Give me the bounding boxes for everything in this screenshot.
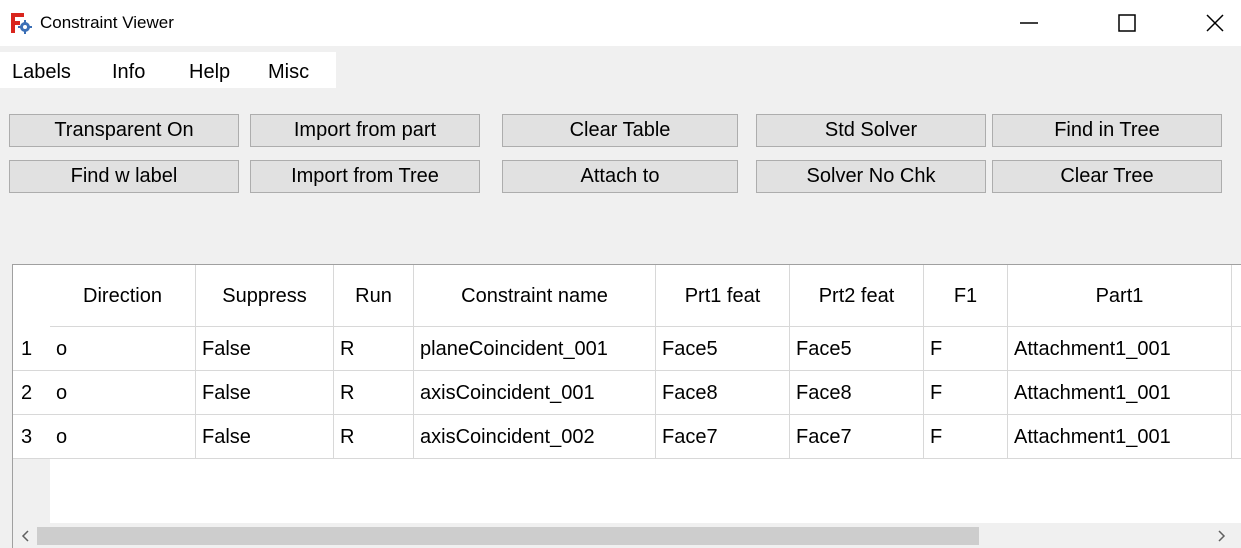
row-header[interactable]: 1 bbox=[13, 327, 50, 371]
table-cell[interactable]: Face7 bbox=[790, 415, 924, 459]
table-cell[interactable]: False bbox=[196, 327, 334, 371]
menu-misc[interactable]: Misc bbox=[268, 60, 309, 84]
table-cell[interactable]: Face8 bbox=[790, 371, 924, 415]
column-header-part1[interactable]: Part1 bbox=[1008, 265, 1232, 327]
find-in-tree-button[interactable]: Find in Tree bbox=[992, 114, 1222, 147]
table-cell[interactable]: R bbox=[334, 415, 414, 459]
column-header-prt2-feat[interactable]: Prt2 feat bbox=[790, 265, 924, 327]
clear-table-button[interactable]: Clear Table bbox=[502, 114, 738, 147]
table-cell[interactable]: False bbox=[196, 371, 334, 415]
table-cell[interactable]: Attachment1_001 bbox=[1008, 415, 1232, 459]
attach-to-button[interactable]: Attach to bbox=[502, 160, 738, 193]
column-header-suppress[interactable]: Suppress bbox=[196, 265, 334, 327]
table-cell[interactable]: Attachment1_001 bbox=[1008, 327, 1232, 371]
table-cell[interactable]: o bbox=[50, 415, 196, 459]
table-cell[interactable] bbox=[1232, 371, 1241, 415]
table-cell[interactable]: Face8 bbox=[656, 371, 790, 415]
scroll-right-icon bbox=[1218, 530, 1226, 542]
menu-labels[interactable]: Labels bbox=[12, 60, 71, 84]
title-bar: Constraint Viewer bbox=[0, 0, 1241, 46]
table-corner[interactable] bbox=[13, 265, 50, 327]
maximize-button[interactable] bbox=[1104, 0, 1150, 46]
table-cell[interactable]: Face7 bbox=[656, 415, 790, 459]
menu-help[interactable]: Help bbox=[189, 60, 230, 84]
table-cell[interactable]: Face5 bbox=[790, 327, 924, 371]
table-cell[interactable]: Attachment1_001 bbox=[1008, 371, 1232, 415]
window-title: Constraint Viewer bbox=[40, 13, 174, 32]
table-cell[interactable]: axisCoincident_002 bbox=[414, 415, 656, 459]
table-cell[interactable]: R bbox=[334, 327, 414, 371]
horizontal-scrollbar[interactable] bbox=[13, 523, 1241, 548]
minimize-icon bbox=[1020, 22, 1038, 24]
row-header-empty-area bbox=[13, 459, 50, 523]
column-header-f1[interactable]: F1 bbox=[924, 265, 1008, 327]
table-cell[interactable]: F bbox=[924, 327, 1008, 371]
column-header-prt1-feat[interactable]: Prt1 feat bbox=[656, 265, 790, 327]
column-header-constraint-name[interactable]: Constraint name bbox=[414, 265, 656, 327]
column-header-next[interactable] bbox=[1232, 265, 1241, 327]
solver-no-chk-button[interactable]: Solver No Chk bbox=[756, 160, 986, 193]
scroll-right-button[interactable] bbox=[1208, 523, 1234, 548]
freecad-app-icon bbox=[11, 13, 32, 34]
table-cell[interactable]: F bbox=[924, 415, 1008, 459]
column-header-direction[interactable]: Direction bbox=[50, 265, 196, 327]
table-cell[interactable]: Face5 bbox=[656, 327, 790, 371]
maximize-icon bbox=[1118, 14, 1136, 32]
row-header[interactable]: 3 bbox=[13, 415, 50, 459]
find-w-label-button[interactable]: Find w label bbox=[9, 160, 239, 193]
scroll-left-icon bbox=[21, 530, 29, 542]
scroll-thumb[interactable] bbox=[37, 527, 979, 545]
table-cell[interactable]: o bbox=[50, 327, 196, 371]
menu-info[interactable]: Info bbox=[112, 60, 145, 84]
constraint-table[interactable]: Direction Suppress Run Constraint name P… bbox=[12, 264, 1241, 548]
table-cell[interactable] bbox=[1232, 327, 1241, 371]
menu-bar: Labels Info Help Misc bbox=[0, 46, 1241, 92]
column-header-run[interactable]: Run bbox=[334, 265, 414, 327]
std-solver-button[interactable]: Std Solver bbox=[756, 114, 986, 147]
table-cell[interactable]: planeCoincident_001 bbox=[414, 327, 656, 371]
minimize-button[interactable] bbox=[1006, 0, 1052, 46]
table-cell[interactable]: F bbox=[924, 371, 1008, 415]
close-button[interactable] bbox=[1192, 0, 1238, 46]
table-cell[interactable]: R bbox=[334, 371, 414, 415]
table-cell[interactable]: axisCoincident_001 bbox=[414, 371, 656, 415]
table-cell[interactable] bbox=[1232, 415, 1241, 459]
table-cell[interactable]: o bbox=[50, 371, 196, 415]
import-from-part-button[interactable]: Import from part bbox=[250, 114, 480, 147]
close-icon bbox=[1206, 14, 1224, 32]
table-cell[interactable]: False bbox=[196, 415, 334, 459]
transparent-on-button[interactable]: Transparent On bbox=[9, 114, 239, 147]
import-from-tree-button[interactable]: Import from Tree bbox=[250, 160, 480, 193]
row-header[interactable]: 2 bbox=[13, 371, 50, 415]
clear-tree-button[interactable]: Clear Tree bbox=[992, 160, 1222, 193]
scroll-left-button[interactable] bbox=[13, 523, 39, 548]
